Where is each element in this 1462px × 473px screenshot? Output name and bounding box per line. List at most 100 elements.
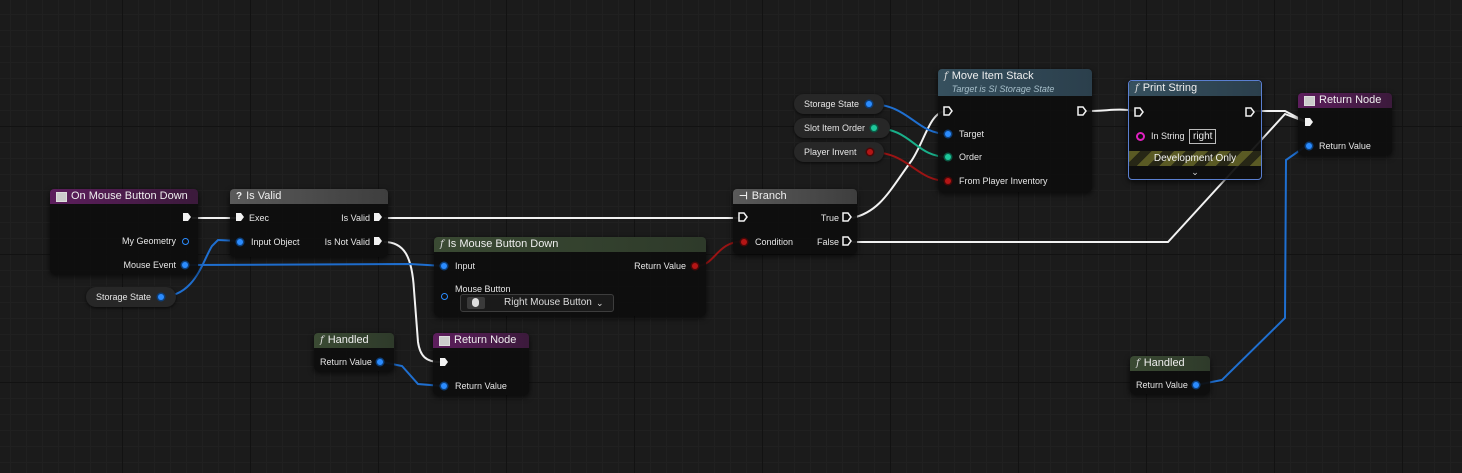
exec-out-pin[interactable] (182, 212, 192, 222)
pin-label-false: False (816, 237, 839, 247)
node-header: Return Node (1298, 93, 1392, 108)
chevron-down-icon: ⌄ (596, 298, 604, 308)
pin-label-mouse-event: Mouse Event (123, 260, 176, 270)
pin-label-is-valid: Is Valid (341, 213, 370, 223)
development-only-banner: Development Only (1129, 151, 1261, 166)
handled-node-right[interactable]: f Handled Return Value (1130, 356, 1210, 394)
exec-out-pin[interactable] (1077, 106, 1087, 116)
node-header: ⊣ Branch (733, 189, 857, 204)
node-header: f Handled (314, 333, 394, 348)
function-icon: f (440, 239, 444, 250)
exec-in-pin[interactable] (1304, 117, 1314, 127)
branch-icon: ⊣ (739, 191, 748, 202)
pin-label-in-string: In String (1151, 131, 1185, 141)
mouse-event-pin[interactable] (182, 262, 188, 268)
return-node-left[interactable]: Return Node Return Value (433, 333, 529, 395)
node-header: f Handled (1130, 356, 1210, 371)
node-header: f Move Item Stack Target is SI Storage S… (938, 69, 1092, 96)
event-icon (439, 335, 450, 346)
is-valid-exec-out-pin[interactable] (373, 212, 383, 222)
pin-label-is-not-valid: Is Not Valid (324, 237, 370, 247)
pin-label-return-value: Return Value (1136, 380, 1188, 390)
node-title: Move Item Stack (951, 70, 1034, 82)
node-title: Return Node (454, 334, 517, 346)
function-icon: f (320, 335, 324, 346)
event-icon (1304, 95, 1315, 106)
return-value-pin[interactable] (441, 383, 447, 389)
print-string-node[interactable]: f Print String In String right Developme… (1128, 80, 1262, 180)
branch-node[interactable]: ⊣ Branch True Condition False (733, 189, 857, 254)
storage-state-out-pin[interactable] (866, 101, 872, 107)
pin-label-return-value: Return Value (634, 261, 686, 271)
wire-mouse-event-to-input (185, 262, 445, 267)
pin-label-from-player-inventory: From Player Inventory (959, 176, 1048, 186)
event-icon (56, 191, 67, 202)
input-object-pin[interactable] (237, 239, 243, 245)
on-mouse-button-down-node[interactable]: On Mouse Button Down My Geometry Mouse E… (50, 189, 198, 274)
storage-state-variable[interactable]: Storage State (86, 287, 176, 307)
return-value-bool-pin[interactable] (692, 263, 698, 269)
in-string-input[interactable]: right (1189, 129, 1217, 144)
storage-state-out-pin[interactable] (158, 294, 164, 300)
move-item-stack-node[interactable]: f Move Item Stack Target is SI Storage S… (938, 69, 1092, 192)
pin-label-my-geometry: My Geometry (121, 236, 176, 246)
from-player-inventory-pin[interactable] (945, 178, 951, 184)
node-title: On Mouse Button Down (71, 190, 188, 202)
mouse-button-dropdown[interactable]: Right Mouse Button ⌄ (460, 294, 614, 312)
node-header: f Is Mouse Button Down (434, 237, 706, 252)
function-icon: f (1136, 358, 1140, 369)
exec-in-pin[interactable] (235, 212, 245, 222)
pin-label-return-value: Return Value (455, 381, 507, 391)
condition-pin[interactable] (741, 239, 747, 245)
pin-label-target: Target (959, 129, 985, 139)
dropdown-value: Right Mouse Button (504, 297, 592, 308)
target-pin[interactable] (945, 131, 951, 137)
node-header: ? Is Valid (230, 189, 388, 204)
my-geometry-pin[interactable] (182, 238, 189, 245)
mouse-icon (467, 297, 485, 309)
exec-in-pin[interactable] (738, 212, 748, 222)
in-string-pin[interactable] (1136, 132, 1145, 141)
node-subtitle: Target is SI Storage State (951, 84, 1055, 94)
variable-label: Storage State (96, 292, 152, 302)
player-invent-variable[interactable]: Player Invent (794, 142, 884, 162)
node-title: Is Mouse Button Down (447, 238, 559, 250)
exec-in-pin[interactable] (439, 357, 449, 367)
pin-label-true: True (820, 213, 839, 223)
node-title: Print String (1142, 82, 1198, 94)
player-invent-out-pin[interactable] (867, 149, 873, 155)
is-mouse-button-down-node[interactable]: f Is Mouse Button Down Input Return Valu… (434, 237, 706, 316)
exec-out-pin[interactable] (1245, 107, 1255, 117)
question-icon: ? (236, 191, 243, 202)
node-header: Return Node (433, 333, 529, 348)
pin-label-exec: Exec (249, 213, 270, 223)
pin-label-order: Order (959, 152, 983, 162)
variable-label: Slot Item Order (804, 123, 866, 133)
wires-layer (159, 103, 1307, 387)
wire-handled-right-to-return (1195, 145, 1307, 386)
variable-label: Player Invent (804, 147, 857, 157)
input-pin[interactable] (441, 263, 447, 269)
exec-in-pin[interactable] (1134, 107, 1144, 117)
pin-label-input: Input (455, 261, 476, 271)
storage-state-variable-2[interactable]: Storage State (794, 94, 884, 114)
node-title: Return Node (1319, 94, 1382, 106)
slot-item-order-variable[interactable]: Slot Item Order (794, 118, 890, 138)
mouse-button-pin[interactable] (441, 293, 448, 300)
return-node-right[interactable]: Return Node Return Value (1298, 93, 1392, 155)
is-not-valid-exec-out-pin[interactable] (373, 236, 383, 246)
order-pin[interactable] (945, 154, 951, 160)
exec-in-pin[interactable] (943, 106, 953, 116)
node-header: On Mouse Button Down (50, 189, 198, 204)
handled-node-left[interactable]: f Handled Return Value (314, 333, 394, 371)
node-header: f Print String (1129, 81, 1261, 96)
true-exec-out-pin[interactable] (842, 212, 852, 222)
false-exec-out-pin[interactable] (842, 236, 852, 246)
is-valid-node[interactable]: ? Is Valid Exec Is Valid Input Object Is… (230, 189, 388, 257)
node-title: Is Valid (246, 190, 282, 202)
return-value-pin[interactable] (1306, 143, 1312, 149)
slot-item-order-out-pin[interactable] (871, 125, 877, 131)
expand-chevron-icon[interactable]: ⌄ (1129, 167, 1261, 178)
return-value-pin[interactable] (1193, 382, 1199, 388)
return-value-pin[interactable] (377, 359, 383, 365)
